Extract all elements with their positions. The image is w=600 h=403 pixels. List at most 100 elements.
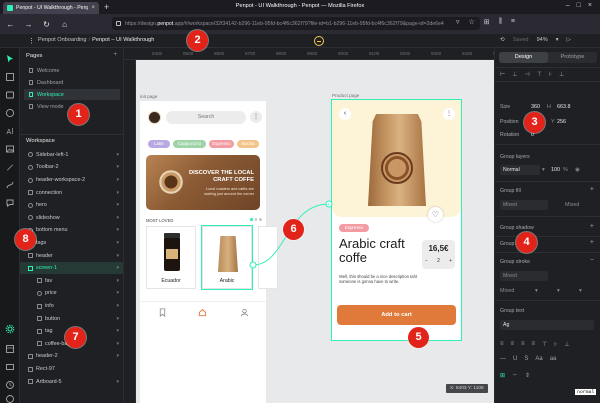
text-none-icon[interactable]: — — [500, 356, 506, 362]
layer-item[interactable]: bottom menu ▾ — [20, 225, 123, 237]
opacity-input[interactable]: 100 — [551, 167, 560, 173]
expand-chevron-icon[interactable]: ▾ — [116, 265, 119, 271]
zoom-level[interactable]: 94% — [537, 37, 548, 43]
align-left-icon[interactable]: ⊢ — [500, 71, 505, 78]
align-center-icon[interactable]: ⊥ — [512, 71, 517, 78]
prototype-connection[interactable]: + — [136, 60, 494, 403]
move-tool-icon[interactable] — [5, 54, 15, 64]
board-tool-icon[interactable] — [5, 72, 15, 82]
fill-value[interactable]: Mixed — [500, 200, 548, 210]
app-menu-icon[interactable]: ≡ — [511, 18, 515, 26]
expand-chevron-icon[interactable]: ▾ — [116, 227, 119, 233]
auto-height-icon[interactable]: ⇕ — [525, 372, 530, 379]
page-item[interactable]: Dashboard — [24, 77, 120, 88]
bookmark-star-icon[interactable]: ☆ — [469, 18, 475, 26]
expand-chevron-icon[interactable]: ▾ — [116, 290, 119, 296]
align-right-icon[interactable]: ⊣ — [524, 71, 529, 78]
layer-item[interactable]: Artboard-5 ▾ — [20, 376, 123, 388]
width-input[interactable]: 360 — [531, 104, 540, 110]
layer-item[interactable]: header ▾ — [20, 250, 123, 262]
rectangle-tool-icon[interactable] — [5, 90, 15, 100]
view-mode-play-icon[interactable]: ▷ — [567, 37, 571, 43]
y-input[interactable]: 256 — [557, 119, 566, 125]
history-panel-icon[interactable] — [5, 380, 15, 390]
stroke-value[interactable]: Mixed — [500, 271, 548, 281]
file-name[interactable]: Penpot – UI Walkthrough — [92, 37, 154, 43]
expand-chevron-icon[interactable]: ▾ — [116, 253, 119, 259]
align-bottom-icon[interactable]: ⊥ — [559, 71, 564, 78]
home-icon[interactable]: ⌂ — [60, 20, 69, 29]
align-top-icon[interactable]: ⊤ — [537, 71, 542, 78]
stroke-align-chevron-icon[interactable]: ▾ — [579, 288, 582, 294]
layer-item[interactable]: connection ▾ — [20, 187, 123, 199]
text-bottom-icon[interactable]: ⊥ — [564, 341, 569, 348]
layer-item[interactable]: screen-1 ▾ — [20, 262, 123, 275]
add-shadow-button[interactable]: + — [590, 223, 594, 230]
help-icon[interactable] — [5, 394, 15, 403]
layer-item[interactable]: hero ▾ — [20, 199, 123, 211]
text-align-justify-icon[interactable]: ≡ — [532, 341, 536, 348]
history-icon[interactable]: ⟲ — [500, 37, 505, 43]
auto-width-icon[interactable]: ⇔ — [512, 372, 518, 379]
zoom-dropdown-icon[interactable]: ▾ — [556, 37, 559, 43]
library-icon[interactable]: ⫼ — [499, 18, 502, 26]
comments-tool-icon[interactable] — [5, 198, 15, 208]
layer-item[interactable]: slideshow ▾ — [20, 212, 123, 224]
layer-item[interactable]: Sidebar-left-1 ▾ — [20, 149, 123, 161]
tab-prototype[interactable]: Prototype — [548, 52, 597, 63]
color-palette-icon[interactable] — [5, 362, 15, 372]
text-align-right-icon[interactable]: ≡ — [521, 341, 525, 348]
ellipse-tool-icon[interactable] — [5, 108, 15, 118]
expand-chevron-icon[interactable]: ▾ — [116, 353, 119, 359]
project-name[interactable]: Penpot Onboarding — [38, 37, 87, 43]
text-top-icon[interactable]: ⊤ — [542, 341, 547, 348]
font-family-select[interactable]: Ag — [500, 320, 594, 330]
height-input[interactable]: 663.8 — [557, 104, 571, 110]
remove-stroke-button[interactable]: − — [590, 257, 594, 264]
minimize-icon[interactable]: ‒ — [566, 2, 570, 9]
stroke-style-chevron-icon[interactable]: ▾ — [535, 288, 538, 294]
layer-item[interactable]: button ▾ — [20, 313, 123, 325]
maximize-icon[interactable]: □ — [577, 2, 581, 9]
extensions-icon[interactable]: ⊞ — [484, 18, 490, 26]
layer-item[interactable]: Toolbar-2 ▾ — [20, 162, 123, 174]
expand-chevron-icon[interactable]: ▾ — [116, 303, 119, 309]
curve-tool-icon[interactable] — [5, 162, 15, 172]
expand-chevron-icon[interactable]: ▾ — [116, 341, 119, 347]
layer-item[interactable]: header-2 ▾ — [20, 351, 123, 363]
path-tool-icon[interactable] — [5, 180, 15, 190]
expand-chevron-icon[interactable]: ▾ — [116, 164, 119, 170]
text-tool-icon[interactable]: A — [5, 126, 15, 136]
text-align-center-icon[interactable]: ≡ — [511, 341, 515, 348]
layer-item[interactable]: Rect-97 — [20, 363, 123, 375]
layer-item[interactable]: info ▾ — [20, 300, 123, 312]
close-window-icon[interactable]: × — [588, 2, 592, 9]
stroke-width-chevron-icon[interactable]: ▾ — [557, 288, 560, 294]
text-middle-icon[interactable]: ⊦ — [554, 341, 557, 348]
layer-item[interactable]: fav ▾ — [20, 275, 123, 287]
fixed-size-icon[interactable]: ⊞ — [500, 372, 505, 379]
expand-chevron-icon[interactable]: ▾ — [116, 278, 119, 284]
expand-chevron-icon[interactable]: ▾ — [116, 328, 119, 334]
expand-chevron-icon[interactable]: ▾ — [116, 379, 119, 385]
lowercase-icon[interactable]: aa — [550, 356, 557, 362]
url-bar[interactable]: https://design.penpot.app/#/workspace/32… — [112, 17, 480, 30]
pocket-icon[interactable]: ▿ — [456, 18, 460, 26]
uppercase-icon[interactable]: Aa — [535, 356, 542, 362]
page-item[interactable]: Workspace — [24, 89, 120, 100]
blend-mode-select[interactable]: Normal — [500, 165, 540, 175]
expand-chevron-icon[interactable]: ▾ — [116, 177, 119, 183]
assets-icon[interactable] — [5, 344, 15, 354]
blend-chevron-icon[interactable]: ▾ — [542, 167, 545, 173]
expand-chevron-icon[interactable]: ▾ — [116, 240, 119, 246]
add-page-button[interactable]: + — [113, 52, 117, 58]
forward-icon[interactable]: → — [24, 20, 33, 29]
add-blur-button[interactable]: + — [590, 239, 594, 246]
expand-chevron-icon[interactable]: ▾ — [116, 316, 119, 322]
text-align-left-icon[interactable]: ≡ — [500, 341, 504, 348]
image-tool-icon[interactable] — [5, 144, 15, 154]
underline-icon[interactable]: U — [513, 356, 517, 362]
tab-design[interactable]: Design — [499, 52, 548, 63]
layer-item[interactable]: header-workspace-2 ▾ — [20, 174, 123, 186]
add-fill-button[interactable]: + — [590, 186, 594, 193]
